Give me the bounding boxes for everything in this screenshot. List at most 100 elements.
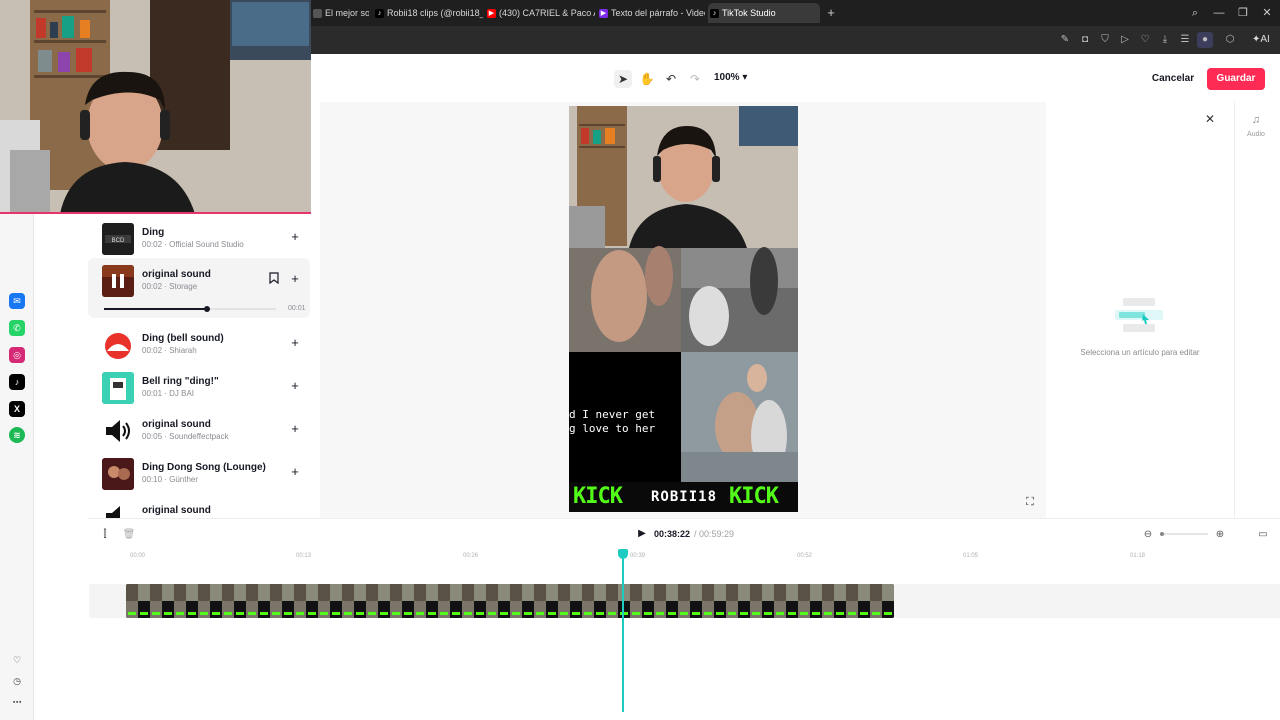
browser-tab[interactable]: ▶(430) CA7RIEL & Paco Am bbox=[485, 3, 595, 23]
more-icon[interactable]: ⋯ bbox=[9, 694, 25, 710]
progress-time: 00:01 bbox=[288, 305, 306, 312]
webcam-feed bbox=[0, 0, 311, 214]
hand-tool-icon[interactable]: ✋ bbox=[638, 70, 656, 88]
whatsapp-icon[interactable]: ✆ bbox=[9, 320, 25, 336]
sound-thumbnail bbox=[102, 372, 134, 404]
add-icon[interactable]: + bbox=[288, 272, 302, 286]
browser-tab-active[interactable]: ♪ TikTok Studio bbox=[708, 3, 820, 23]
clip-filmstrip bbox=[126, 584, 894, 618]
audio-tab-label[interactable]: Audio bbox=[1240, 131, 1272, 138]
sound-meta: 00:02 · Shiarah bbox=[142, 346, 197, 355]
add-icon[interactable]: + bbox=[288, 336, 302, 350]
music-note-icon[interactable]: ♫ bbox=[1249, 114, 1263, 128]
comment-icon[interactable]: ▭ bbox=[1256, 528, 1270, 542]
list-item[interactable]: original sound 00:05 · Soundeffectpack + bbox=[88, 408, 310, 450]
cancel-button[interactable]: Cancelar bbox=[1143, 68, 1203, 90]
webcam-overlay bbox=[0, 0, 311, 214]
video-frame bbox=[569, 106, 798, 482]
zoom-in-icon[interactable]: ⊕ bbox=[1213, 528, 1227, 542]
select-tool-icon[interactable]: ➤ bbox=[614, 70, 632, 88]
video-preview[interactable] bbox=[569, 106, 798, 512]
fullscreen-icon[interactable]: ⛶ bbox=[1023, 495, 1037, 509]
play-icon[interactable]: ▷ bbox=[1117, 32, 1133, 48]
browser-tab[interactable]: ▶ Texto del párrafo - Video bbox=[597, 3, 705, 23]
playback-progress-bar[interactable] bbox=[104, 306, 276, 312]
x-icon[interactable]: X bbox=[9, 401, 25, 417]
heart-icon[interactable]: ♡ bbox=[1137, 32, 1153, 48]
add-icon[interactable]: + bbox=[288, 465, 302, 479]
redo-icon[interactable]: ↷ bbox=[686, 70, 704, 88]
playhead-handle[interactable] bbox=[618, 549, 628, 559]
download-icon[interactable]: ⤓ bbox=[1157, 32, 1173, 48]
timeline-zoom-slider[interactable] bbox=[1160, 532, 1208, 536]
instagram-icon[interactable]: ◎ bbox=[9, 347, 25, 363]
playhead[interactable] bbox=[622, 551, 624, 712]
sound-title: original sound bbox=[142, 269, 211, 280]
list-item[interactable]: original sound bbox=[88, 494, 310, 518]
tiktok-icon: ♪ bbox=[710, 9, 719, 18]
video-clip[interactable] bbox=[126, 584, 894, 618]
ai-button[interactable]: ✦AI bbox=[1252, 31, 1278, 49]
camera-icon[interactable]: ◘ bbox=[1077, 32, 1093, 48]
undo-icon[interactable]: ↶ bbox=[662, 70, 680, 88]
sound-meta: 00:02 · Storage bbox=[142, 282, 198, 291]
sound-title: Ding bbox=[142, 227, 165, 238]
sound-title: original sound bbox=[142, 419, 211, 430]
right-tool-rail bbox=[1234, 102, 1280, 518]
add-icon[interactable]: + bbox=[288, 379, 302, 393]
ruler-label: 01:18 bbox=[1130, 553, 1146, 559]
history-icon[interactable]: ◷ bbox=[9, 673, 25, 689]
split-icon[interactable]: ⫿ bbox=[98, 528, 112, 542]
save-button[interactable]: Guardar bbox=[1207, 68, 1265, 90]
sound-title: Ding Dong Song (Lounge) bbox=[142, 462, 266, 473]
restore-icon[interactable]: ❐ bbox=[1235, 5, 1251, 21]
sound-thumbnail bbox=[102, 265, 134, 297]
heart-icon[interactable]: ♡ bbox=[9, 652, 25, 668]
tiktok-icon[interactable]: ♪ bbox=[9, 374, 25, 390]
minimize-icon[interactable]: — bbox=[1211, 5, 1227, 21]
sound-thumbnail bbox=[102, 329, 134, 361]
spotify-icon[interactable]: ≋ bbox=[9, 427, 25, 443]
empty-state-illustration bbox=[1115, 298, 1163, 332]
zoom-slider-knob[interactable] bbox=[1160, 532, 1164, 536]
add-icon[interactable]: + bbox=[288, 422, 302, 436]
ruler-label: 00:52 bbox=[797, 553, 813, 559]
sound-list: BCD Ding 00:02 · Official Sound Studio +… bbox=[88, 214, 310, 518]
browser-tab[interactable]: ♪ Robii18 clips (@robii18_cl bbox=[373, 3, 483, 23]
messenger-icon[interactable]: ✉ bbox=[9, 293, 25, 309]
sound-thumbnail bbox=[102, 458, 134, 490]
close-window-icon[interactable]: ✕ bbox=[1259, 5, 1275, 21]
profile-icon[interactable]: ● bbox=[1197, 32, 1213, 48]
edit-icon[interactable]: ✎ bbox=[1057, 32, 1073, 48]
sound-title: Bell ring "ding!" bbox=[142, 376, 219, 387]
list-item[interactable]: Ding Dong Song (Lounge) 00:10 · Günther … bbox=[88, 451, 310, 493]
play-button[interactable]: ▶ bbox=[636, 528, 648, 540]
speaker-icon bbox=[102, 415, 134, 447]
shield-icon[interactable]: ⛉ bbox=[1097, 32, 1113, 48]
empty-state-text: Selecciona un artículo para editar bbox=[1080, 348, 1200, 357]
browser-tab[interactable]: El mejor softwa bbox=[311, 3, 369, 23]
zoom-out-icon[interactable]: ⊖ bbox=[1141, 528, 1155, 542]
sound-thumbnail: BCD bbox=[102, 223, 134, 255]
ruler-label: 00:26 bbox=[463, 553, 479, 559]
add-icon[interactable]: + bbox=[288, 230, 302, 244]
list-item[interactable]: Bell ring "ding!" 00:01 · DJ BAI + bbox=[88, 365, 310, 407]
zoom-dropdown[interactable]: 100% ▾ bbox=[714, 72, 747, 83]
bookmark-icon[interactable] bbox=[268, 272, 280, 286]
sound-meta: 00:02 · Official Sound Studio bbox=[142, 240, 244, 249]
chevron-down-icon: ▾ bbox=[742, 72, 748, 83]
search-icon[interactable]: ⌕ bbox=[1187, 5, 1203, 21]
channel-name: ROBII18 bbox=[651, 489, 718, 505]
list-item[interactable]: BCD Ding 00:02 · Official Sound Studio + bbox=[88, 216, 310, 258]
list-item[interactable]: Ding (bell sound) 00:02 · Shiarah + bbox=[88, 322, 310, 364]
trash-icon[interactable]: 🗑 bbox=[122, 528, 136, 542]
list-icon[interactable]: ☰ bbox=[1177, 32, 1193, 48]
ruler-label: 00:13 bbox=[296, 553, 312, 559]
editor-toolbar: ➤ ✋ ↶ ↷ 100% ▾ Cancelar Guardar bbox=[311, 54, 1280, 102]
speaker-icon bbox=[102, 501, 134, 518]
new-tab-button[interactable]: + bbox=[824, 6, 838, 20]
extension-icon[interactable]: ⬡ bbox=[1222, 32, 1238, 48]
kick-logo-left: KICK bbox=[573, 484, 623, 509]
close-icon[interactable]: ✕ bbox=[1203, 112, 1217, 126]
current-time: 00:38:22 bbox=[654, 529, 691, 539]
